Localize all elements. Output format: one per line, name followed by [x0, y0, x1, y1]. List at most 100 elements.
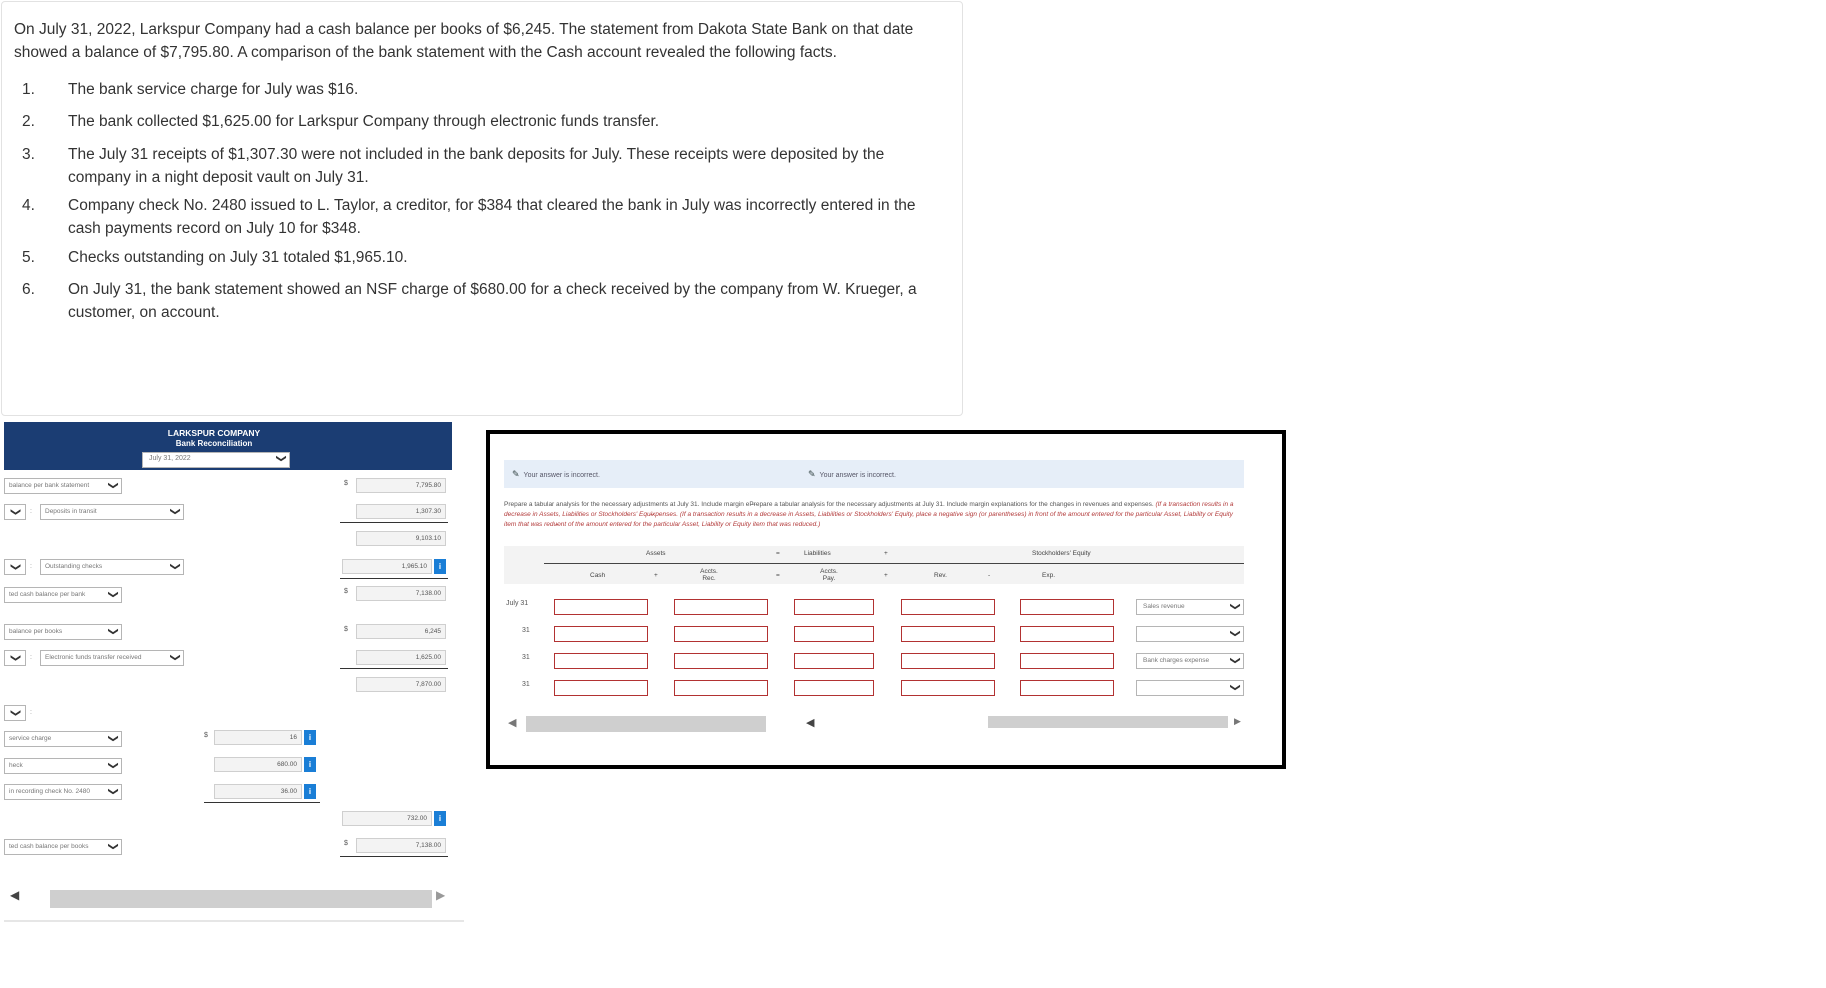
bank-reconciliation: LARKSPUR COMPANY Bank Reconciliation Jul…	[0, 418, 464, 928]
nsf-check-input[interactable]: 680.00	[214, 757, 302, 772]
books-subtotal-input[interactable]: 7,870.00	[356, 677, 446, 692]
accts-rec-input[interactable]	[674, 680, 768, 696]
date-select[interactable]: July 31, 2022 ❯	[142, 452, 290, 468]
cash-input[interactable]	[554, 599, 648, 615]
feedback-text: Your answer is incorrect.	[523, 472, 600, 479]
rev-input[interactable]	[901, 626, 995, 642]
header-rev: Rev.	[934, 572, 947, 579]
horizontal-scrollbar[interactable]: ◀ ◀ ▶	[504, 714, 1244, 734]
chevron-down-icon: ❯	[9, 653, 21, 663]
exp-input[interactable]	[1020, 653, 1114, 669]
rev-input[interactable]	[901, 680, 995, 696]
service-charge-input[interactable]: 16	[214, 730, 302, 745]
feedback-message: ✎ Your answer is incorrect.	[512, 469, 600, 480]
bank-subtotal-input[interactable]: 9,103.10	[356, 531, 446, 546]
chevron-down-icon: ❯	[107, 734, 119, 743]
scroll-arrow-icon[interactable]: ◀	[806, 716, 814, 729]
error-check-select[interactable]: in recording check No. 2480 ❯	[4, 784, 122, 800]
accts-pay-input[interactable]	[794, 626, 874, 642]
info-icon[interactable]: i	[304, 757, 316, 772]
adjusted-bank-input[interactable]: 7,138.00	[356, 586, 446, 601]
chevron-down-icon: ❯	[169, 507, 181, 516]
deposits-select[interactable]: Deposits in transit ❯	[40, 504, 184, 520]
info-icon[interactable]: i	[434, 559, 446, 574]
chevron-down-icon: ❯	[107, 590, 119, 599]
scroll-thumb[interactable]	[50, 890, 432, 908]
fact-number: 3.	[22, 146, 35, 163]
instructions-text: Prepare a tabular analysis for the neces…	[504, 501, 1156, 508]
select-label: ted cash balance per books	[9, 843, 89, 850]
fact-text: The July 31 receipts of $1,307.30 were n…	[68, 146, 885, 186]
deductions-input[interactable]: 732.00	[342, 811, 432, 826]
scroll-left-icon[interactable]: ◀	[508, 716, 516, 729]
fact-text: Checks outstanding on July 31 totaled $1…	[68, 249, 408, 266]
scroll-left-icon[interactable]: ◀	[10, 888, 19, 902]
accts-rec-input[interactable]	[674, 653, 768, 669]
row-date: 31	[522, 654, 530, 661]
add-less-select[interactable]: ❯	[4, 559, 26, 575]
outstanding-input[interactable]: 1,965.10	[342, 559, 432, 574]
add-less-select[interactable]: ❯	[4, 650, 26, 666]
accts-pay-input[interactable]	[794, 599, 874, 615]
rev-input[interactable]	[901, 599, 995, 615]
explanation-select[interactable]: Bank charges expense ❯	[1136, 653, 1244, 669]
adjusted-books-input[interactable]: 7,138.00	[356, 838, 446, 853]
exp-input[interactable]	[1020, 680, 1114, 696]
chevron-down-icon: ❯	[9, 708, 21, 718]
books-balance-input[interactable]: 6,245	[356, 624, 446, 639]
fact-number: 6.	[22, 281, 35, 298]
outstanding-select[interactable]: Outstanding checks ❯	[40, 559, 184, 575]
accts-pay-input[interactable]	[794, 653, 874, 669]
feedback-text: Your answer is incorrect.	[819, 472, 896, 479]
header-plus: +	[884, 572, 888, 579]
add-less-select[interactable]: ❯	[4, 504, 26, 520]
explanation-select[interactable]: Sales revenue ❯	[1136, 599, 1244, 615]
horizontal-scrollbar[interactable]: ◀ ▶	[4, 884, 452, 910]
service-charge-select[interactable]: service charge ❯	[4, 731, 122, 747]
divider	[340, 522, 448, 523]
select-label: ted cash balance per bank	[9, 591, 86, 598]
bank-balance-input[interactable]: 7,795.80	[356, 478, 446, 493]
cash-input[interactable]	[554, 653, 648, 669]
accts-rec-input[interactable]	[674, 599, 768, 615]
info-icon[interactable]: i	[304, 730, 316, 745]
bank-balance-select[interactable]: balance per bank statement ❯	[4, 478, 122, 494]
cash-input[interactable]	[554, 680, 648, 696]
exp-input[interactable]	[1020, 599, 1114, 615]
scroll-thumb[interactable]	[526, 716, 766, 732]
header-accts-rec: Accts. Rec.	[700, 568, 718, 582]
select-label: Deposits in transit	[45, 508, 97, 515]
chevron-down-icon: ❯	[107, 627, 119, 636]
select-label: balance per bank statement	[9, 482, 90, 489]
exp-input[interactable]	[1020, 626, 1114, 642]
add-less-select[interactable]: ❯	[4, 705, 26, 721]
info-icon[interactable]: i	[304, 784, 316, 799]
eft-select[interactable]: Electronic funds transfer received ❯	[40, 650, 184, 666]
pencil-icon: ✎	[512, 469, 520, 479]
nsf-check-select[interactable]: heck ❯	[4, 758, 122, 774]
chevron-down-icon: ❯	[107, 842, 119, 851]
explanation-select[interactable]: ❯	[1136, 680, 1244, 696]
scroll-right-icon[interactable]: ▶	[436, 888, 445, 902]
rev-input[interactable]	[901, 653, 995, 669]
header-equals: =	[776, 572, 780, 579]
row-date: July 31	[506, 600, 529, 607]
info-icon[interactable]: i	[434, 811, 446, 826]
deposits-input[interactable]: 1,307.30	[356, 504, 446, 519]
scroll-thumb[interactable]	[988, 716, 1228, 728]
tabular-analysis-panel: ✎ Your answer is incorrect. ✎ Your answer …	[486, 430, 1286, 769]
explanation-select[interactable]: ❯	[1136, 626, 1244, 642]
adjusted-bank-select[interactable]: ted cash balance per bank ❯	[4, 587, 122, 603]
scroll-right-icon[interactable]: ▶	[1234, 716, 1241, 727]
adjusted-books-select[interactable]: ted cash balance per books ❯	[4, 839, 122, 855]
cash-input[interactable]	[554, 626, 648, 642]
dollar-sign: $	[344, 588, 348, 595]
error-check-input[interactable]: 36.00	[214, 784, 302, 799]
instructions: Prepare a tabular analysis for the neces…	[504, 500, 1244, 530]
chevron-down-icon: ❯	[1229, 629, 1241, 638]
accts-pay-input[interactable]	[794, 680, 874, 696]
books-balance-select[interactable]: balance per books ❯	[4, 624, 122, 640]
colon: :	[30, 709, 32, 716]
eft-input[interactable]: 1,625.00	[356, 650, 446, 665]
accts-rec-input[interactable]	[674, 626, 768, 642]
